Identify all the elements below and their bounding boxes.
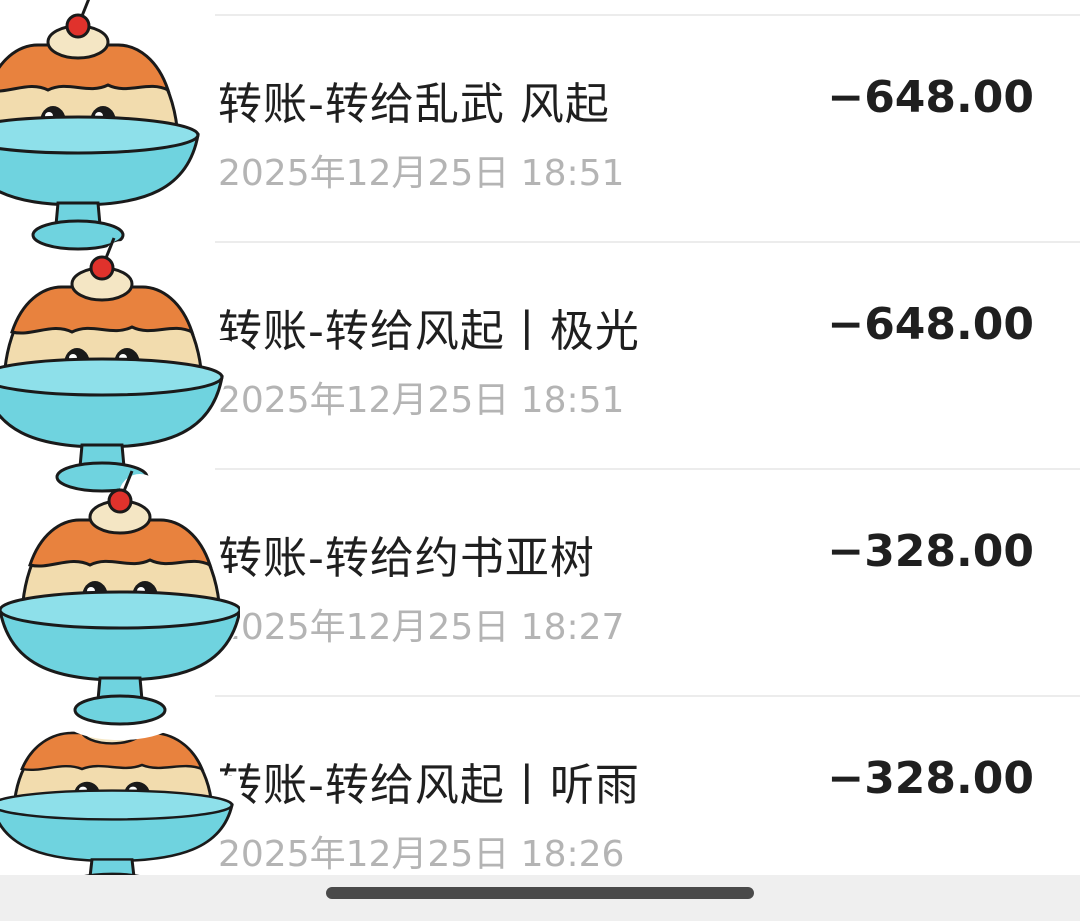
transaction-row[interactable]: 转账-转给约书亚树 2025年12月25日 18:27 −328.00 xyxy=(0,470,1080,697)
transaction-time: 2025年12月25日 18:26 xyxy=(218,834,625,875)
transaction-title: 转账-转给约书亚树 xyxy=(218,533,595,584)
transaction-amount: −648.00 xyxy=(827,72,1034,123)
home-indicator[interactable] xyxy=(326,887,754,899)
transaction-time: 2025年12月25日 18:51 xyxy=(218,153,625,194)
transaction-title: 转账-转给乱武 风起 xyxy=(218,79,610,130)
transaction-amount: −328.00 xyxy=(827,526,1034,577)
transaction-title: 转账-转给风起丨极光 xyxy=(218,306,640,357)
transaction-amount: −328.00 xyxy=(827,753,1034,804)
transaction-amount: −648.00 xyxy=(827,299,1034,350)
transaction-row[interactable]: 转账-转给风起丨极光 2025年12月25日 18:51 −648.00 xyxy=(0,243,1080,470)
transaction-title: 转账-转给风起丨听雨 xyxy=(218,760,640,811)
transaction-time: 2025年12月25日 18:27 xyxy=(218,607,625,648)
transaction-list: 转账-转给乱武 风起 2025年12月25日 18:51 −648.00 转账-… xyxy=(0,0,1080,875)
transaction-time: 2025年12月25日 18:51 xyxy=(218,380,625,421)
transaction-row[interactable]: 转账-转给乱武 风起 2025年12月25日 18:51 −648.00 xyxy=(0,16,1080,243)
